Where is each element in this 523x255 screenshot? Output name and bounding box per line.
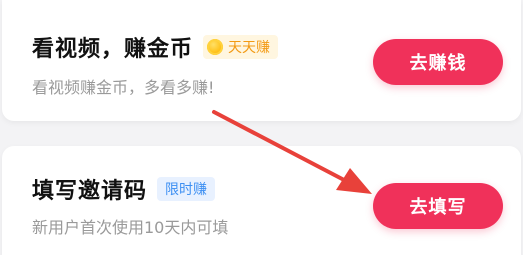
daily-earn-badge: 天天赚 <box>203 35 279 59</box>
fill-invite-code-button[interactable]: 去填写 <box>373 183 503 229</box>
badge-label: 天天赚 <box>228 40 271 56</box>
task-subtitle: 新用户首次使用10天内可填 <box>32 218 229 237</box>
task-subtitle: 看视频赚金币，多看多赚! <box>32 78 215 97</box>
task-title: 看视频，赚金币 <box>32 37 194 62</box>
task-title: 填写邀请码 <box>32 179 148 204</box>
limited-time-badge: 限时赚 <box>157 177 216 201</box>
earn-money-button[interactable]: 去赚钱 <box>373 39 503 85</box>
task-card-invite-code: 填写邀请码 限时赚 新用户首次使用10天内可填 去填写 <box>2 146 521 255</box>
task-title-row: 填写邀请码 限时赚 <box>32 174 216 204</box>
gold-coin-icon <box>207 39 224 55</box>
task-card-watch-video: 看视频，赚金币 天天赚 看视频赚金币，多看多赚! 去赚钱 <box>2 0 521 121</box>
task-title-row: 看视频，赚金币 天天赚 <box>32 32 279 62</box>
